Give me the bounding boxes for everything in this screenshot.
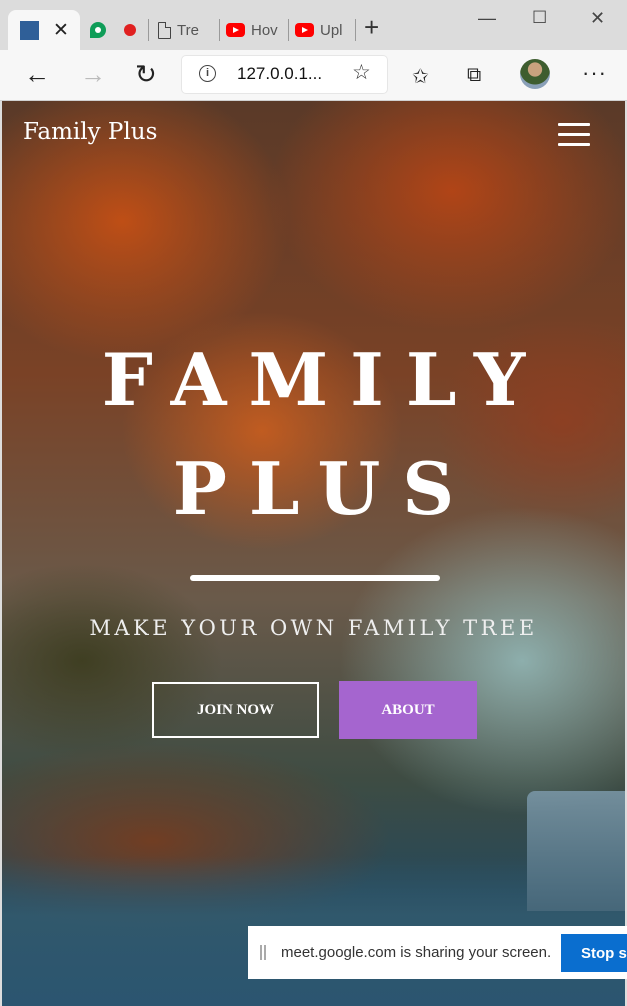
collections-icon[interactable]: ⧉ — [467, 64, 481, 87]
drag-handle-icon[interactable] — [260, 945, 266, 960]
tab-label: Upl — [320, 21, 343, 39]
tab-separator — [219, 19, 220, 41]
youtube-icon — [295, 23, 314, 37]
share-message: meet.google.com is sharing your screen. — [281, 944, 552, 961]
tab-label: Hov — [251, 21, 278, 39]
tab-active[interactable]: ✕ — [8, 10, 80, 50]
add-favorite-icon[interactable]: ☆ — [352, 60, 371, 85]
maximize-button[interactable]: ☐ — [532, 8, 547, 28]
tab-close-icon[interactable]: ✕ — [53, 21, 69, 40]
site-info-icon[interactable]: i — [199, 65, 216, 82]
tab-google-meet[interactable] — [90, 10, 106, 50]
youtube-icon — [226, 23, 245, 37]
recording-dot-icon — [124, 24, 136, 36]
background-guardrail — [527, 791, 625, 911]
join-now-button[interactable]: JOIN NOW — [152, 682, 319, 738]
google-meet-icon — [90, 22, 106, 38]
hero-subtitle: MAKE YOUR OWN FAMILY TREE — [89, 616, 538, 640]
tab-tree[interactable]: Tre — [158, 10, 214, 50]
tab-separator — [288, 19, 289, 41]
url-text[interactable]: 127.0.0.1... — [237, 64, 322, 84]
site-brand-link[interactable]: Family Plus — [23, 119, 157, 145]
hero-title-line2: PLUS — [172, 446, 477, 531]
forward-button[interactable]: → — [80, 61, 106, 87]
title-divider — [190, 575, 440, 581]
page-favicon-icon — [20, 20, 39, 40]
menu-hamburger-icon[interactable] — [558, 123, 590, 147]
favorites-icon[interactable]: ✩ — [412, 64, 429, 89]
tab-recording[interactable] — [124, 10, 136, 50]
close-window-button[interactable]: ✕ — [590, 8, 605, 29]
tab-strip: ✕ Tre Hov Upl + — ☐ ✕ — [0, 0, 627, 50]
refresh-button[interactable]: ↻ — [135, 61, 157, 87]
browser-toolbar: ← → ↻ i 127.0.0.1... ☆ ✩ ⧉ ··· — [0, 50, 627, 101]
new-tab-button[interactable]: + — [364, 14, 379, 40]
screen-share-banner: meet.google.com is sharing your screen. … — [248, 926, 627, 979]
tab-separator — [148, 19, 149, 41]
more-options-icon[interactable]: ··· — [582, 60, 607, 86]
tab-youtube-how[interactable]: Hov — [226, 10, 284, 50]
about-button[interactable]: ABOUT — [339, 681, 477, 739]
minimize-button[interactable]: — — [478, 8, 496, 29]
document-icon — [158, 21, 171, 39]
address-bar[interactable]: i 127.0.0.1... ☆ — [182, 56, 387, 93]
tab-separator — [355, 19, 356, 41]
hero-title-line1: FAMILY — [101, 337, 548, 422]
hero-section: Family Plus FAMILY PLUS MAKE YOUR OWN FA… — [2, 101, 625, 1006]
stop-sharing-button[interactable]: Stop sharing — [561, 934, 627, 972]
profile-avatar[interactable] — [520, 59, 550, 89]
tab-youtube-upload[interactable]: Upl — [295, 10, 351, 50]
tab-label: Tre — [177, 21, 199, 39]
screen-share-bar: meet.google.com is sharing your screen. … — [248, 926, 627, 979]
back-button[interactable]: ← — [24, 61, 50, 87]
